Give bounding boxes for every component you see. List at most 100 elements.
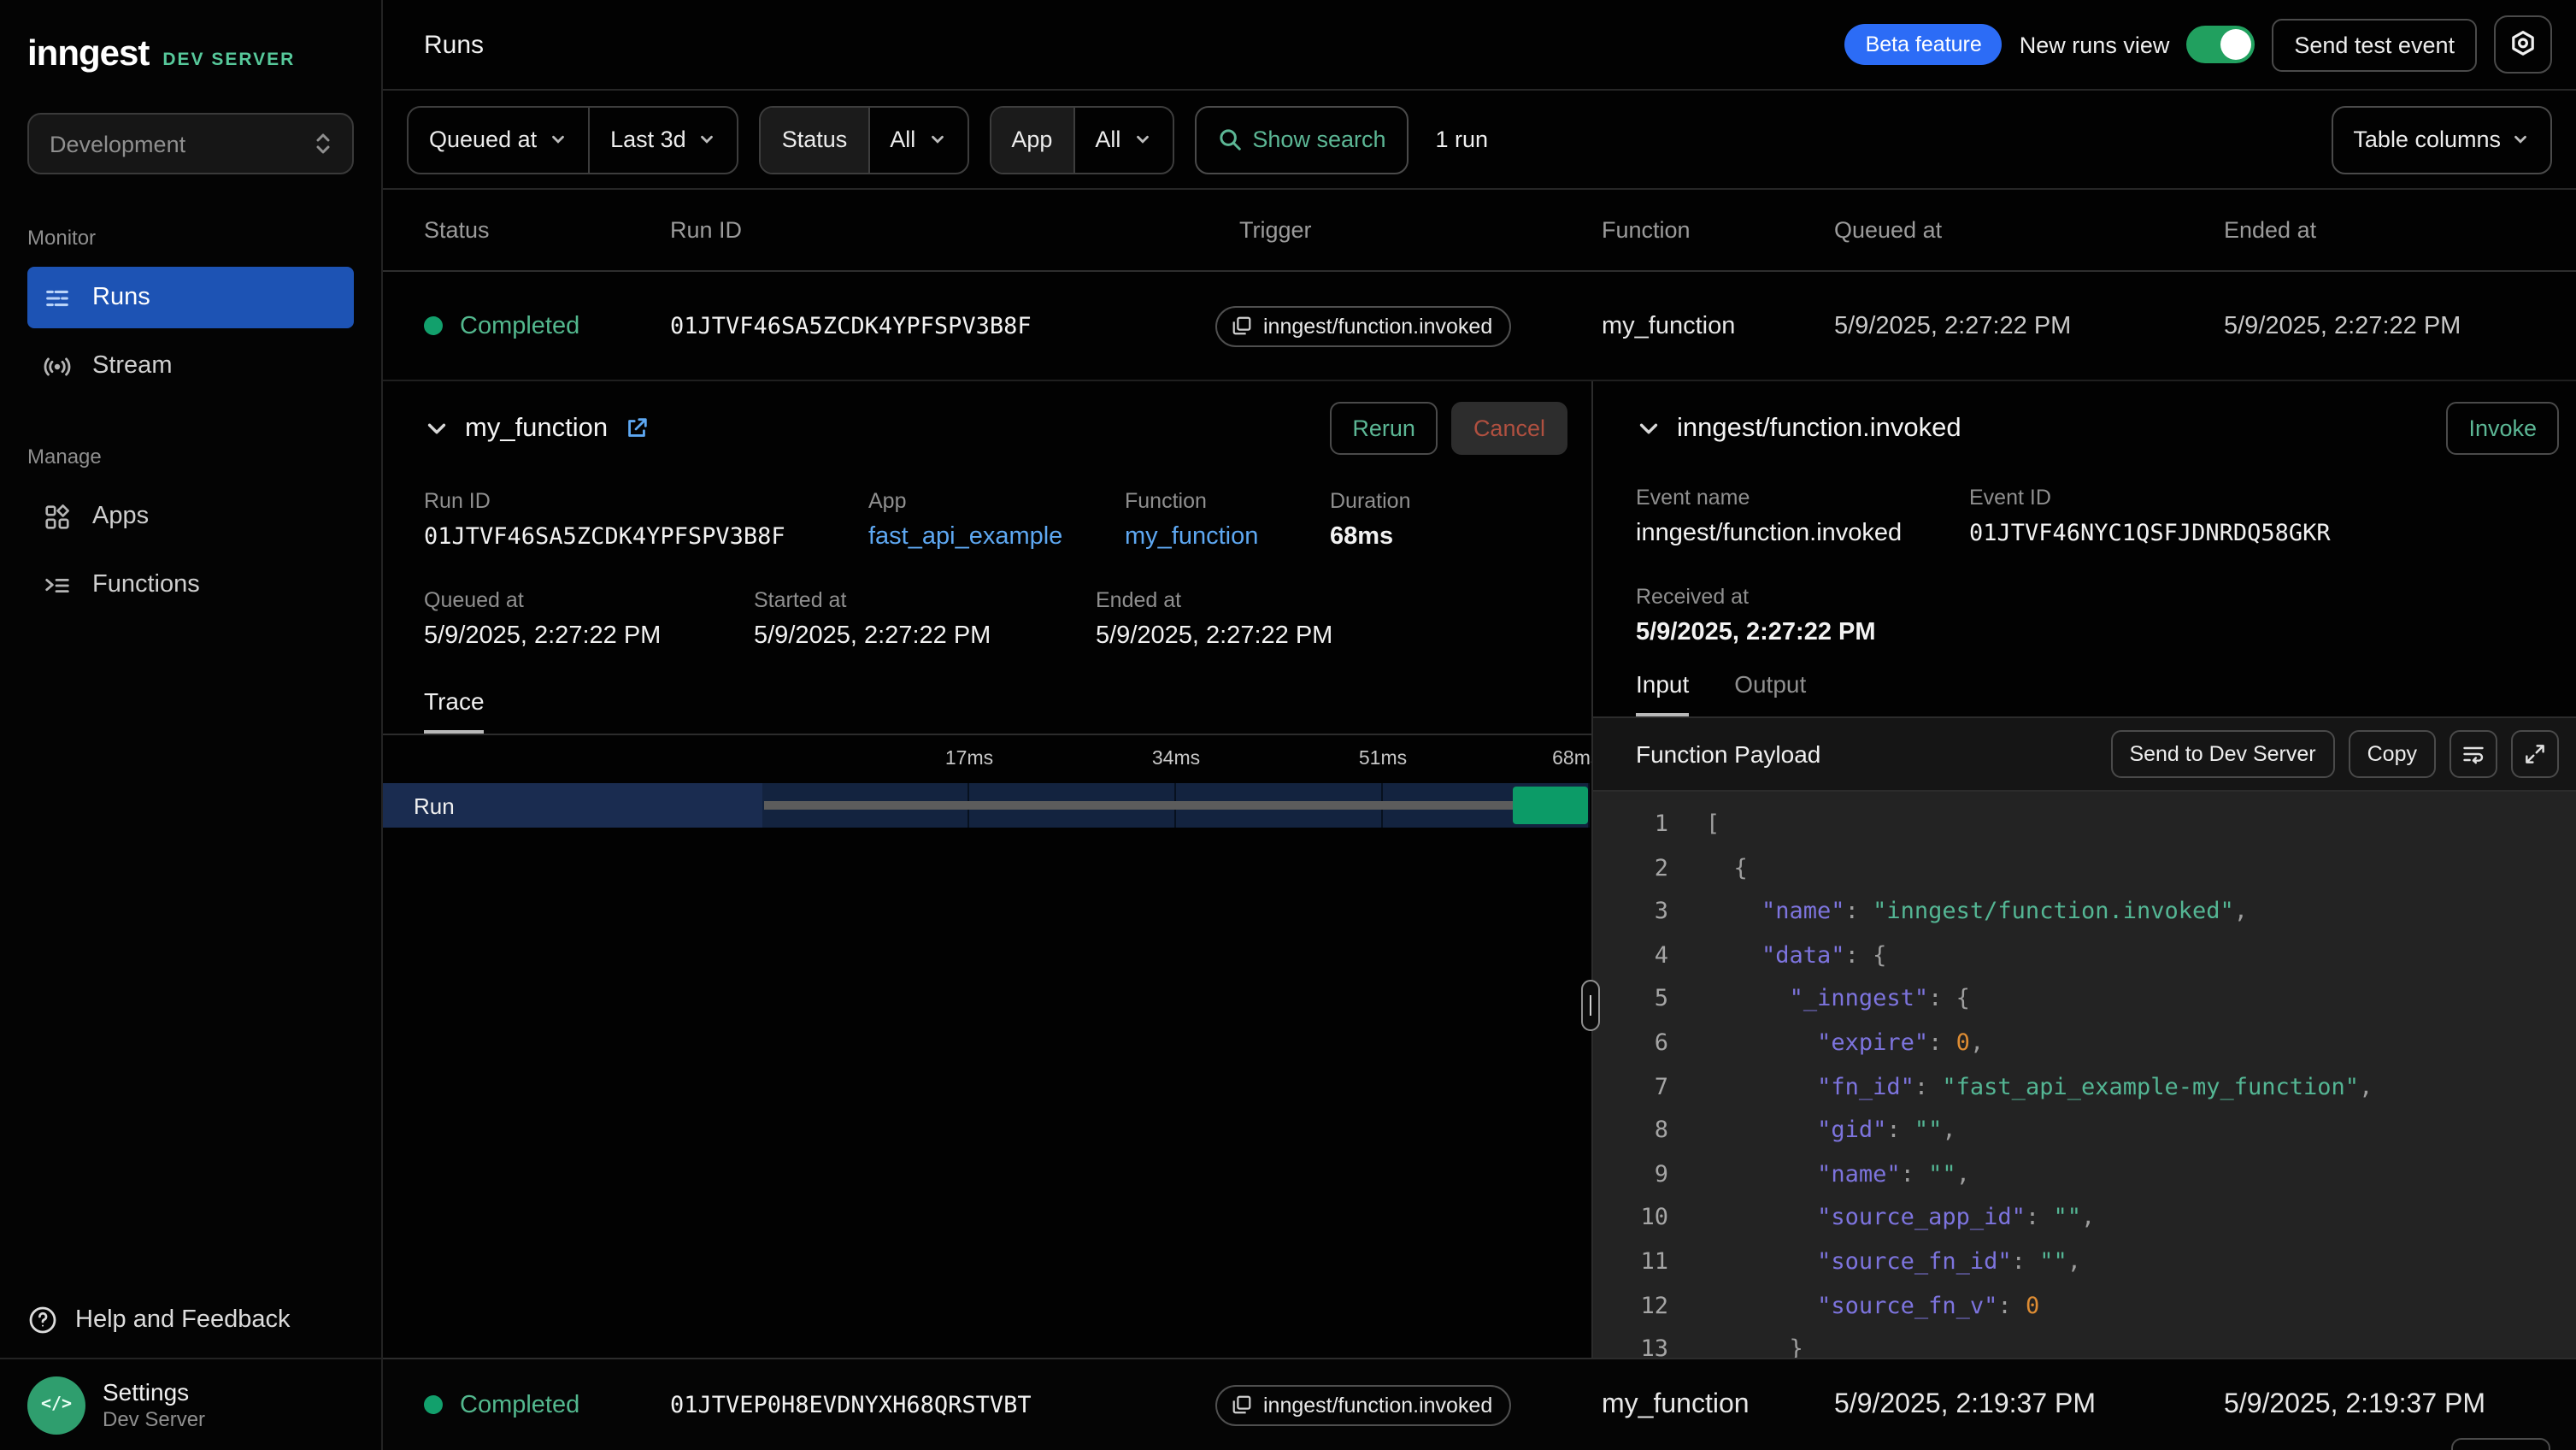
trigger-pill[interactable]: inngest/function.invoked xyxy=(1215,305,1511,346)
invoke-button[interactable]: Invoke xyxy=(2446,402,2559,455)
table-row[interactable]: Completed 01JTVEP0H8EVDNYXH68QRSTVBT inn… xyxy=(383,1358,2576,1450)
app-window: inngest DEV SERVER Development Monitor R… xyxy=(0,0,2576,1450)
run-count: 1 run xyxy=(1436,127,1489,152)
code-line: 9 "name": "", xyxy=(1593,1154,2576,1198)
expanded-run-details: my_function Rerun Cancel Run ID 01JTVF46… xyxy=(383,380,2576,1358)
trigger-pill[interactable]: inngest/function.invoked xyxy=(1215,1384,1511,1425)
run-detail-header: my_function Rerun Cancel xyxy=(383,381,1591,455)
sidebar-item-label: Runs xyxy=(92,284,150,311)
event-frame-icon xyxy=(1231,315,1253,337)
trace-run-row[interactable]: Run xyxy=(383,783,1590,828)
sidebar-item-label: Apps xyxy=(92,503,149,530)
io-tab-bar: Input Output xyxy=(1593,646,2576,718)
send-test-event-button[interactable]: Send test event xyxy=(2272,18,2477,71)
expand-icon xyxy=(2523,742,2547,766)
event-frame-icon xyxy=(1231,1394,1253,1416)
queued-at-filter[interactable]: Queued at xyxy=(409,107,588,172)
status-filter-value[interactable]: All xyxy=(869,107,967,172)
sidebar-item-stream[interactable]: Stream xyxy=(27,335,354,397)
panel-resize-handle[interactable] xyxy=(1581,980,1600,1031)
line-number: 2 xyxy=(1593,847,1668,891)
code-text: } xyxy=(1706,1329,1803,1358)
col-header-run-id[interactable]: Run ID xyxy=(670,217,1215,243)
help-and-feedback[interactable]: Help and Feedback xyxy=(0,1282,381,1358)
tab-output[interactable]: Output xyxy=(1734,670,1806,716)
payload-buttons: Send to Dev Server Copy xyxy=(2110,730,2559,778)
queued-at-filter-label: Queued at xyxy=(429,127,537,152)
show-search-button[interactable]: Show search xyxy=(1194,105,1408,174)
queued-at-cell: 5/9/2025, 2:19:37 PM xyxy=(1834,1389,2224,1420)
code-line: 3 "name": "inngest/function.invoked", xyxy=(1593,891,2576,934)
col-header-queued-at[interactable]: Queued at xyxy=(1834,217,2224,243)
beta-feature-badge[interactable]: Beta feature xyxy=(1845,24,2003,65)
event-name-label: Event name xyxy=(1636,486,1969,510)
external-link-icon[interactable] xyxy=(623,416,649,441)
collapse-chevron-icon[interactable] xyxy=(424,416,450,441)
payload-code-editor[interactable]: 1[2 {3 "name": "inngest/function.invoked… xyxy=(1593,790,2576,1358)
status-cell: Completed xyxy=(424,1391,670,1418)
environment-select[interactable]: Development xyxy=(27,113,354,174)
rerun-button[interactable]: Rerun xyxy=(1330,402,1438,455)
collapse-chevron-icon[interactable] xyxy=(1636,416,1661,441)
code-text: "source_fn_id": "", xyxy=(1706,1241,2081,1285)
status-dot-completed xyxy=(424,1395,443,1414)
col-header-trigger[interactable]: Trigger xyxy=(1215,217,1602,243)
sidebar-item-apps[interactable]: Apps xyxy=(27,486,354,547)
environment-select-value: Development xyxy=(50,131,185,156)
tick-label: 17ms xyxy=(945,749,993,769)
code-text: "source_fn_v": 0 xyxy=(1706,1285,2039,1329)
tab-input[interactable]: Input xyxy=(1636,670,1689,716)
trigger-cell: inngest/function.invoked xyxy=(1215,305,1602,346)
tab-trace[interactable]: Trace xyxy=(424,687,485,734)
col-header-function[interactable]: Function xyxy=(1602,217,1834,243)
started-at-value: 5/9/2025, 2:27:22 PM xyxy=(754,622,1096,650)
stream-icon xyxy=(43,351,72,380)
line-number: 6 xyxy=(1593,1023,1668,1066)
run-meta-row-1: Run ID 01JTVF46SA5ZCDK4YPFSPV3B8F App fa… xyxy=(424,489,1567,551)
line-number: 3 xyxy=(1593,891,1668,934)
expand-payload-button[interactable] xyxy=(2511,730,2559,778)
line-number: 9 xyxy=(1593,1154,1668,1198)
time-range-filter[interactable]: Last 3d xyxy=(590,107,738,172)
table-row[interactable]: Completed 01JTVF46SA5ZCDK4YPFSPV3B8F inn… xyxy=(383,272,2576,380)
inngest-logo: inngest xyxy=(27,34,149,75)
received-at-value: 5/9/2025, 2:27:22 PM xyxy=(1636,619,2559,646)
table-columns-button[interactable]: Table columns xyxy=(2331,105,2552,174)
send-to-dev-server-button[interactable]: Send to Dev Server xyxy=(2110,730,2334,778)
status-dot-completed xyxy=(424,316,443,335)
line-number: 8 xyxy=(1593,1110,1668,1153)
timeline-gridline xyxy=(1588,783,1590,828)
col-header-status[interactable]: Status xyxy=(424,217,670,243)
code-line: 8 "gid": "", xyxy=(1593,1110,2576,1153)
functions-icon xyxy=(43,570,72,599)
settings-gear-button[interactable] xyxy=(2494,15,2552,74)
function-link[interactable]: my_function xyxy=(1125,523,1330,551)
line-number: 10 xyxy=(1593,1198,1668,1241)
settings-entry[interactable]: </> Settings Dev Server xyxy=(0,1358,381,1450)
ended-at-cell: 5/9/2025, 2:27:22 PM xyxy=(2224,312,2576,339)
function-cell: my_function xyxy=(1602,312,1834,339)
code-line: 6 "expire": 0, xyxy=(1593,1023,2576,1066)
dev-server-badge: DEV SERVER xyxy=(162,50,295,70)
sidebar-item-functions[interactable]: Functions xyxy=(27,554,354,616)
col-header-ended-at[interactable]: Ended at xyxy=(2224,217,2576,243)
status-label: Completed xyxy=(460,312,579,339)
new-runs-view-toggle[interactable] xyxy=(2186,26,2255,63)
cutoff-button[interactable] xyxy=(2451,1438,2550,1450)
app-link[interactable]: fast_api_example xyxy=(868,523,1125,551)
app-filter-group: App All xyxy=(989,105,1173,174)
tick-label: 51ms xyxy=(1359,749,1407,769)
app-filter-label: App xyxy=(991,107,1073,172)
code-text: [ xyxy=(1706,804,1720,847)
app-filter-value[interactable]: All xyxy=(1074,107,1172,172)
word-wrap-button[interactable] xyxy=(2450,730,2497,778)
sidebar-item-runs[interactable]: Runs xyxy=(27,267,354,328)
trigger-cell: inngest/function.invoked xyxy=(1215,1384,1602,1425)
copy-button[interactable]: Copy xyxy=(2349,730,2436,778)
duration-label: Duration xyxy=(1330,489,1411,513)
cancel-button[interactable]: Cancel xyxy=(1451,402,1567,455)
timeline-ticks: 17ms34ms51ms68ms xyxy=(762,749,1590,780)
chevron-down-icon xyxy=(549,130,568,149)
ended-at-value: 5/9/2025, 2:27:22 PM xyxy=(1096,622,1332,650)
event-id-value: 01JTVF46NYC1QSFJDNRDQ58GKR xyxy=(1969,520,2331,547)
